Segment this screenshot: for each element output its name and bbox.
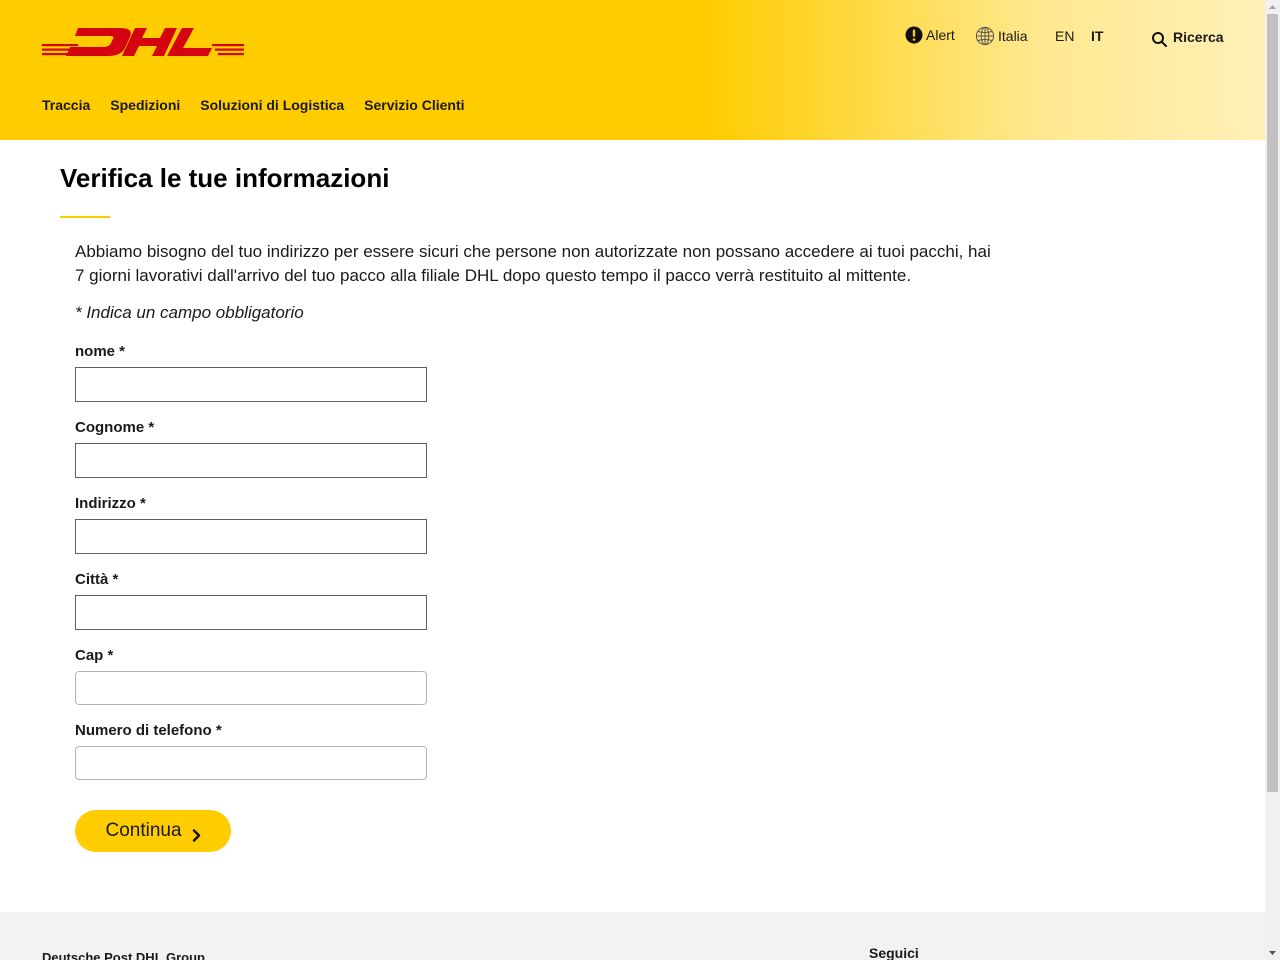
first-name-label: nome * xyxy=(75,343,126,360)
continue-button-label: Continua xyxy=(105,820,182,841)
nav-item-spedizioni[interactable]: Spedizioni xyxy=(110,97,180,113)
scroll-down-arrow-icon[interactable] xyxy=(1265,946,1280,960)
country-selector[interactable]: Italia xyxy=(975,26,1028,46)
alert-icon xyxy=(905,26,923,44)
first-name-field[interactable] xyxy=(75,367,427,402)
scrollbar-thumb[interactable] xyxy=(1267,14,1278,792)
language-it[interactable]: IT xyxy=(1091,28,1103,44)
follow-us-heading: Seguici xyxy=(869,945,919,960)
last-name-field[interactable] xyxy=(75,443,427,478)
required-field-note: * Indica un campo obbligatorio xyxy=(75,303,304,322)
phone-label: Numero di telefono * xyxy=(75,722,222,739)
footer-brand[interactable]: Deutsche Post DHL Group xyxy=(42,950,205,960)
globe-icon xyxy=(975,26,995,46)
intro-text: Abbiamo bisogno del tuo indirizzo per es… xyxy=(75,242,991,285)
dhl-logo-icon xyxy=(42,28,244,56)
search-icon xyxy=(1151,31,1168,48)
phone-field[interactable] xyxy=(75,746,427,780)
nav-item-traccia[interactable]: Traccia xyxy=(42,97,90,113)
nav-item-servizio-clienti[interactable]: Servizio Clienti xyxy=(364,97,464,113)
site-footer: Deutsche Post DHL Group Seguici xyxy=(0,912,1265,960)
city-field[interactable] xyxy=(75,595,427,630)
language-en-label: EN xyxy=(1055,28,1075,44)
language-en[interactable]: EN xyxy=(1055,28,1074,44)
postal-code-field[interactable] xyxy=(75,671,427,705)
language-it-label: IT xyxy=(1091,28,1104,44)
continue-button[interactable]: Continua xyxy=(75,810,231,852)
postal-code-label: Cap * xyxy=(75,647,114,664)
search-button[interactable]: Ricerca xyxy=(1151,25,1224,48)
site-header: Alert Italia EN IT Ricerca Traccia Spedi… xyxy=(0,0,1265,140)
country-label: Italia xyxy=(998,28,1028,44)
scroll-up-arrow-icon[interactable] xyxy=(1265,0,1280,14)
page-title: Verifica le tue informazioni xyxy=(60,163,390,193)
nav-item-soluzioni-di-logistica[interactable]: Soluzioni di Logistica xyxy=(200,97,344,113)
alert-link[interactable]: Alert xyxy=(905,26,955,44)
address-label: Indirizzo * xyxy=(75,495,146,512)
dhl-logo[interactable] xyxy=(42,27,244,58)
address-field[interactable] xyxy=(75,519,427,554)
page: Alert Italia EN IT Ricerca Traccia Spedi… xyxy=(0,0,1265,960)
main-nav: Traccia Spedizioni Soluzioni di Logistic… xyxy=(42,97,465,113)
city-label: Città * xyxy=(75,571,119,588)
search-label: Ricerca xyxy=(1173,28,1224,45)
vertical-scrollbar[interactable] xyxy=(1265,0,1280,960)
last-name-label: Cognome * xyxy=(75,419,155,436)
title-underline xyxy=(60,216,110,218)
chevron-right-icon xyxy=(192,826,201,842)
alert-label: Alert xyxy=(926,27,955,43)
